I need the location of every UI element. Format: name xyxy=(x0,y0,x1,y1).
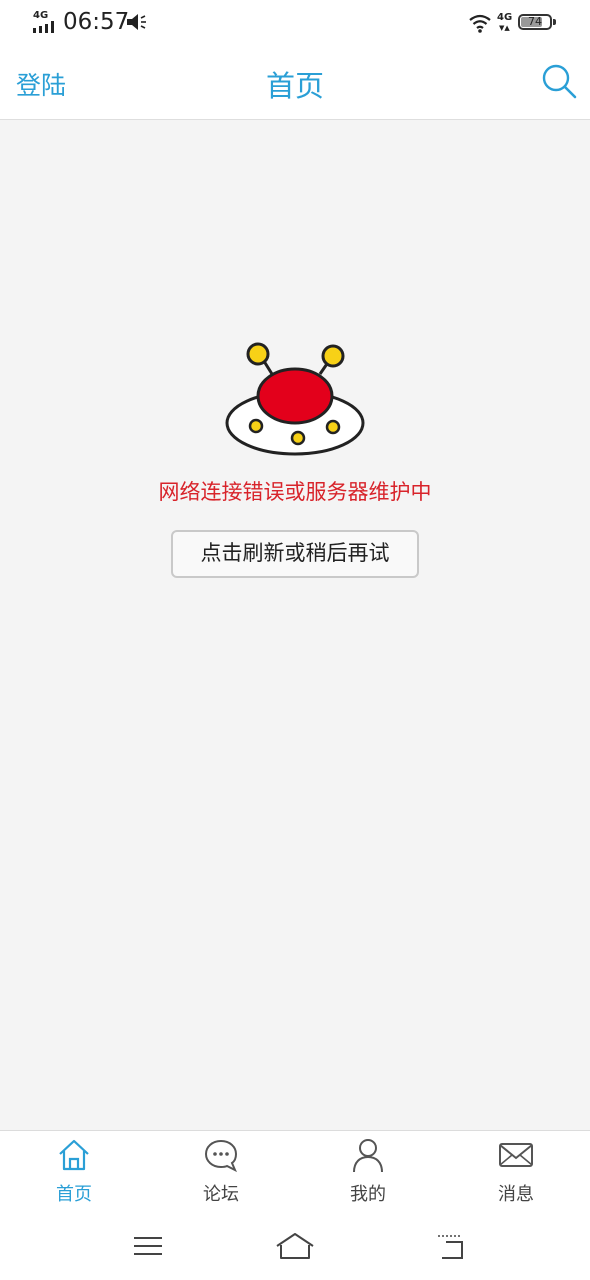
battery-cap xyxy=(553,19,556,25)
menu-icon[interactable] xyxy=(128,1230,168,1262)
ufo-icon xyxy=(225,342,365,456)
search-icon[interactable] xyxy=(540,62,578,100)
tab-home[interactable]: 首页 xyxy=(14,1131,134,1213)
tab-mine[interactable]: 我的 xyxy=(308,1131,428,1213)
wifi-icon xyxy=(469,14,491,33)
tab-forum[interactable]: 论坛 xyxy=(161,1131,281,1213)
status-time: 06:57 xyxy=(63,9,130,35)
home-icon xyxy=(59,1139,89,1171)
back-icon[interactable] xyxy=(432,1230,472,1262)
page-title: 首页 xyxy=(265,69,324,103)
tab-mine-label: 我的 xyxy=(350,1184,386,1205)
retry-button[interactable]: 点击刷新或稍后再试 xyxy=(171,530,419,578)
battery-level: 74 xyxy=(528,15,542,28)
tab-forum-label: 论坛 xyxy=(203,1184,239,1205)
mobile-data-label: 4G xyxy=(497,12,513,23)
signal-network-label: 4G xyxy=(33,10,49,21)
top-app-bar: 登陆 首页 xyxy=(0,48,590,120)
home-nav-icon[interactable] xyxy=(275,1230,315,1262)
person-icon xyxy=(353,1139,383,1173)
chat-bubble-icon xyxy=(204,1139,238,1173)
status-bar: 4G 06:57 4G ▼▲ 74 xyxy=(0,0,590,48)
bottom-tab-bar: 首页 论坛 我的 消息 xyxy=(0,1130,590,1213)
envelope-icon xyxy=(499,1143,533,1167)
data-arrows-icon: ▼▲ xyxy=(499,24,510,32)
error-message: 网络连接错误或服务器维护中 xyxy=(158,480,432,504)
system-nav-bar xyxy=(0,1212,590,1280)
tab-messages[interactable]: 消息 xyxy=(456,1131,576,1213)
speaker-icon xyxy=(127,14,146,30)
signal-strength-icon xyxy=(33,21,54,33)
tab-messages-label: 消息 xyxy=(498,1184,534,1205)
error-state: 网络连接错误或服务器维护中 点击刷新或稍后再试 xyxy=(0,120,590,1130)
tab-home-label: 首页 xyxy=(56,1184,92,1205)
